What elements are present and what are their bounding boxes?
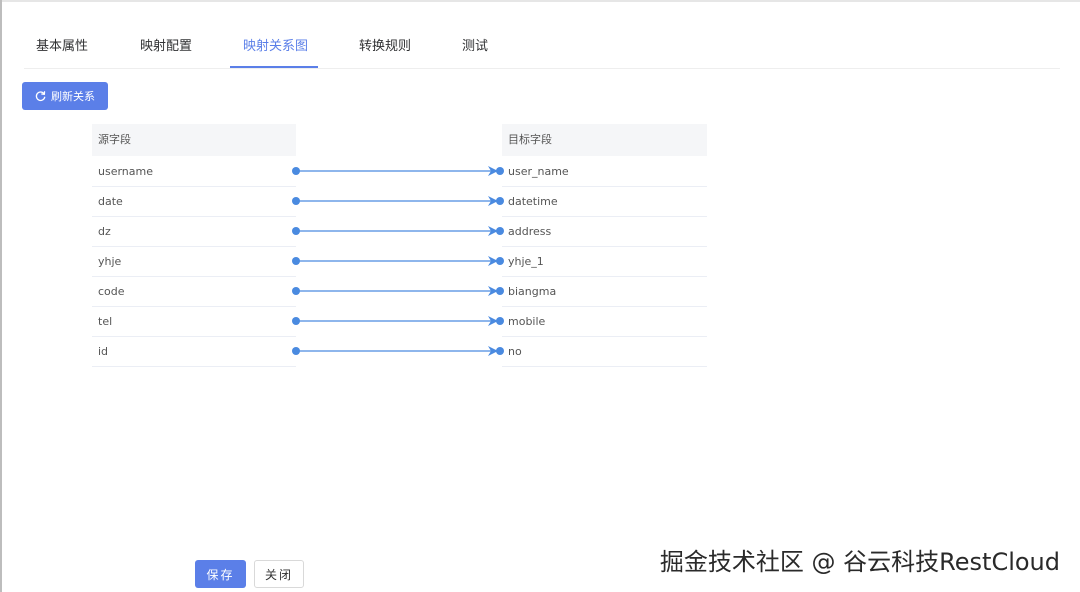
save-button[interactable]: 保存 [195, 560, 246, 588]
target-anchor-dot[interactable] [496, 257, 504, 265]
source-anchor-dot[interactable] [292, 227, 300, 235]
target-anchor-dot[interactable] [496, 167, 504, 175]
target-anchor-dot[interactable] [496, 317, 504, 325]
target-anchor-dot[interactable] [496, 347, 504, 355]
mapping-diagram-page: 基本属性 映射配置 映射关系图 转换规则 测试 刷新关系 源字段 usernam… [0, 0, 1080, 592]
target-anchor-dot[interactable] [496, 227, 504, 235]
watermark: 掘金技术社区 @ 谷云科技RestCloud [659, 548, 1060, 576]
source-anchor-dot[interactable] [292, 257, 300, 265]
source-anchor-dot[interactable] [292, 317, 300, 325]
source-anchor-dot[interactable] [292, 287, 300, 295]
target-anchor-dot[interactable] [496, 197, 504, 205]
mapping-links [292, 166, 504, 356]
source-anchor-dot[interactable] [292, 197, 300, 205]
source-anchor-dot[interactable] [292, 167, 300, 175]
source-anchor-dot[interactable] [292, 347, 300, 355]
target-anchor-dot[interactable] [496, 287, 504, 295]
close-button[interactable]: 关闭 [254, 560, 304, 588]
